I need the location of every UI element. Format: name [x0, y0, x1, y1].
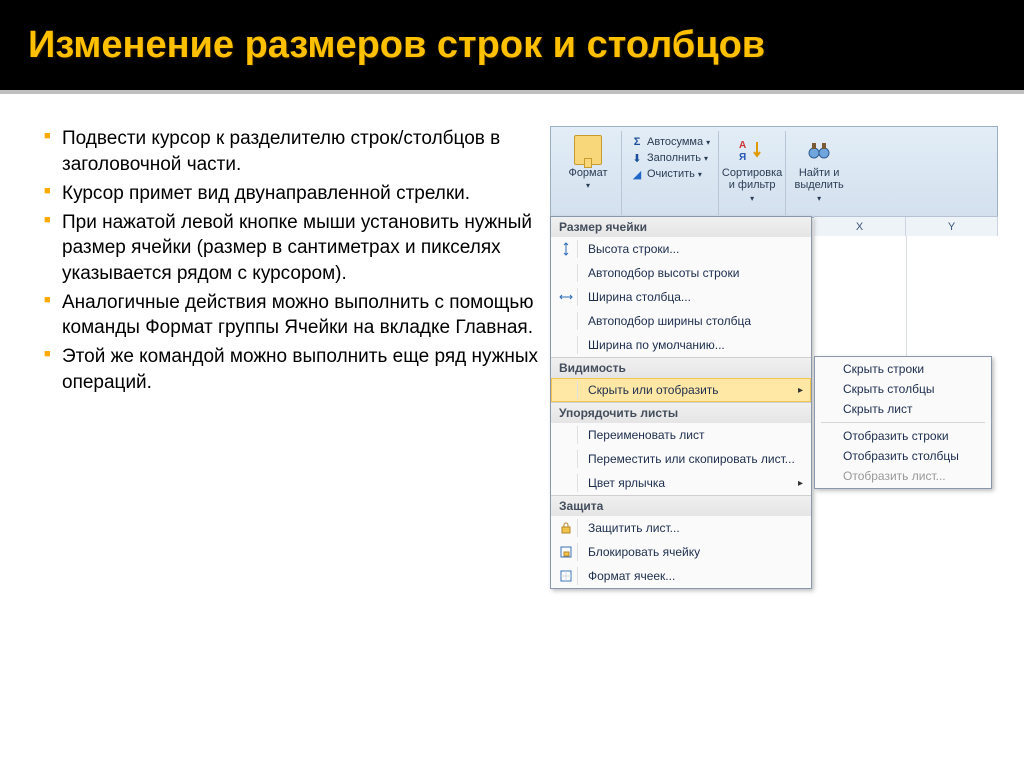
- menu-default-width[interactable]: Ширина по умолчанию...: [551, 333, 811, 357]
- menu-move-copy-sheet[interactable]: Переместить или скопировать лист...: [551, 447, 811, 471]
- blank-icon: [555, 426, 578, 444]
- menu-label: Высота строки...: [588, 242, 679, 256]
- sort-label: Сортировка и фильтр: [722, 167, 782, 191]
- blank-icon: [555, 264, 578, 282]
- menu-section-visibility: Видимость: [551, 357, 811, 378]
- menu-autofit-row[interactable]: Автоподбор высоты строки: [551, 261, 811, 285]
- title-bar: Изменение размеров строк и столбцов: [0, 0, 1024, 94]
- sort-icon: AЯ: [737, 135, 767, 165]
- blank-icon: [555, 336, 578, 354]
- bullet-list: Подвести курсор к разделителю строк/стол…: [34, 126, 542, 399]
- menu-label: Ширина столбца...: [588, 290, 691, 304]
- menu-section-protection: Защита: [551, 495, 811, 516]
- chevron-down-icon: ▾: [704, 154, 708, 163]
- submenu-hide-rows[interactable]: Скрыть строки: [815, 359, 991, 379]
- submenu-hide-cols[interactable]: Скрыть столбцы: [815, 379, 991, 399]
- eraser-icon: ◢: [630, 167, 644, 181]
- menu-protect-sheet[interactable]: Защитить лист...: [551, 516, 811, 540]
- menu-label: Переместить или скопировать лист...: [588, 452, 795, 466]
- menu-tab-color[interactable]: Цвет ярлычка ▸: [551, 471, 811, 495]
- bullet-item: Курсор примет вид двунаправленной стрелк…: [34, 181, 542, 206]
- format-cells-icon: [555, 567, 578, 585]
- slide-body: Подвести курсор к разделителю строк/стол…: [0, 94, 1024, 399]
- autosum-button[interactable]: Σ Автосумма ▾: [630, 135, 710, 149]
- menu-format-cells[interactable]: Формат ячеек...: [551, 564, 811, 588]
- blank-icon: [555, 450, 578, 468]
- sigma-icon: Σ: [630, 135, 644, 149]
- chevron-down-icon: ▾: [817, 194, 821, 203]
- menu-autofit-col[interactable]: Автоподбор ширины столбца: [551, 309, 811, 333]
- menu-separator: [821, 422, 985, 423]
- svg-text:Я: Я: [739, 152, 746, 163]
- worksheet-column-headers: X Y: [814, 216, 998, 238]
- fill-label: Заполнить: [647, 152, 701, 164]
- fill-button[interactable]: ⬇ Заполнить ▾: [630, 151, 710, 165]
- lock-icon: [555, 519, 578, 537]
- ribbon: Формат ▾ Σ Автосумма ▾ ⬇ Заполнить ▾: [550, 126, 998, 218]
- find-select-button[interactable]: Найти и выделить ▾: [790, 133, 848, 202]
- clear-button[interactable]: ◢ Очистить ▾: [630, 167, 710, 181]
- menu-rename-sheet[interactable]: Переименовать лист: [551, 423, 811, 447]
- chevron-down-icon: ▾: [586, 181, 590, 190]
- svg-text:A: A: [739, 140, 746, 151]
- col-width-icon: [555, 288, 578, 306]
- format-dropdown: Размер ячейки Высота строки... Автоподбо…: [550, 216, 812, 589]
- menu-hide-show[interactable]: Скрыть или отобразить ▸: [551, 378, 811, 402]
- menu-label: Защитить лист...: [588, 521, 680, 535]
- menu-lock-cell[interactable]: Блокировать ячейку: [551, 540, 811, 564]
- submenu-show-cols[interactable]: Отобразить столбцы: [815, 446, 991, 466]
- menu-row-height[interactable]: Высота строки...: [551, 237, 811, 261]
- fill-down-icon: ⬇: [630, 151, 644, 165]
- ribbon-group-cells: Формат ▾: [555, 131, 622, 215]
- ribbon-group-sort: AЯ Сортировка и фильтр ▾: [719, 131, 786, 215]
- bullet-item: При нажатой левой кнопке мыши установить…: [34, 210, 542, 286]
- menu-label: Автоподбор ширины столбца: [588, 314, 751, 328]
- menu-label: Формат ячеек...: [588, 569, 675, 583]
- chevron-down-icon: ▾: [698, 170, 702, 179]
- ribbon-group-find: Найти и выделить ▾: [786, 131, 852, 215]
- menu-label: Ширина по умолчанию...: [588, 338, 725, 352]
- menu-col-width[interactable]: Ширина столбца...: [551, 285, 811, 309]
- autosum-label: Автосумма: [647, 136, 703, 148]
- blank-icon: [555, 474, 578, 492]
- format-label: Формат: [568, 167, 607, 179]
- menu-label: Скрыть или отобразить: [588, 383, 719, 397]
- hide-show-submenu: Скрыть строки Скрыть столбцы Скрыть лист…: [814, 356, 992, 489]
- chevron-down-icon: ▾: [706, 138, 710, 147]
- chevron-right-icon: ▸: [798, 385, 803, 396]
- row-height-icon: [555, 240, 578, 258]
- chevron-down-icon: ▾: [750, 194, 754, 203]
- menu-label: Автоподбор высоты строки: [588, 266, 739, 280]
- bullet-item: Этой же командой можно выполнить еще ряд…: [34, 344, 542, 395]
- menu-section-organize: Упорядочить листы: [551, 402, 811, 423]
- clear-label: Очистить: [647, 168, 695, 180]
- blank-icon: [555, 312, 578, 330]
- blank-icon: [555, 381, 578, 399]
- bullet-item: Подвести курсор к разделителю строк/стол…: [34, 126, 542, 177]
- find-label: Найти и выделить: [794, 167, 844, 191]
- menu-label: Переименовать лист: [588, 428, 705, 442]
- submenu-show-rows[interactable]: Отобразить строки: [815, 426, 991, 446]
- sort-filter-button[interactable]: AЯ Сортировка и фильтр ▾: [723, 133, 781, 202]
- ribbon-group-editing-left: Σ Автосумма ▾ ⬇ Заполнить ▾ ◢ Очистить ▾: [622, 131, 719, 215]
- col-header[interactable]: Y: [906, 217, 998, 237]
- bullet-item: Аналогичные действия можно выполнить с п…: [34, 290, 542, 341]
- excel-screenshot: Формат ▾ Σ Автосумма ▾ ⬇ Заполнить ▾: [550, 126, 998, 399]
- submenu-show-sheet: Отобразить лист...: [815, 466, 991, 486]
- submenu-hide-sheet[interactable]: Скрыть лист: [815, 399, 991, 419]
- chevron-right-icon: ▸: [798, 478, 803, 489]
- slide-title: Изменение размеров строк и столбцов: [28, 22, 996, 68]
- menu-label: Цвет ярлычка: [588, 476, 665, 490]
- format-icon: [573, 135, 603, 165]
- binoculars-icon: [804, 135, 834, 165]
- menu-section-cell-size: Размер ячейки: [551, 217, 811, 237]
- col-header[interactable]: X: [814, 217, 906, 237]
- lock-cell-icon: [555, 543, 578, 561]
- menu-label: Блокировать ячейку: [588, 545, 700, 559]
- format-button[interactable]: Формат ▾: [559, 133, 617, 190]
